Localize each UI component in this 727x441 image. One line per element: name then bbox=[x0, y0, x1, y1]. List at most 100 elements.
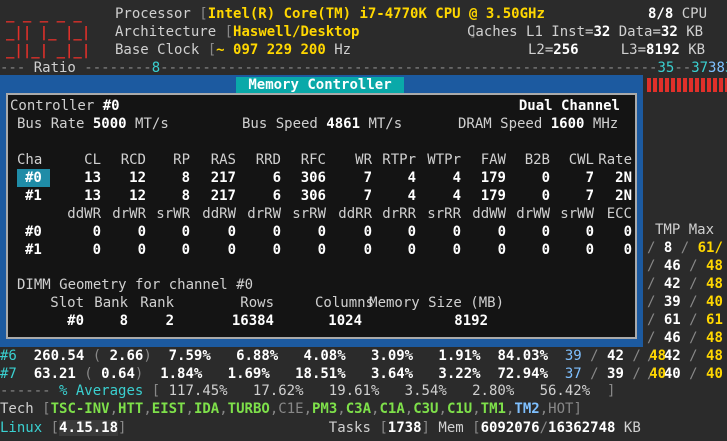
separator: , bbox=[143, 401, 152, 417]
column-header: srRW bbox=[292, 206, 326, 222]
timing-value: 6 bbox=[272, 188, 281, 204]
separator: , bbox=[303, 401, 312, 417]
controller-value: #0 bbox=[102, 98, 120, 114]
cpu-count: 8/8 CPU bbox=[648, 6, 708, 22]
timing-value: 0 bbox=[541, 188, 550, 204]
base-clock-label: Base Clock bbox=[115, 42, 200, 58]
core-c0: 7.59% bbox=[168, 348, 211, 364]
tech-item: C3U bbox=[413, 401, 439, 417]
dram-speed-value: 1600 bbox=[550, 116, 585, 132]
tech-item: EIST bbox=[151, 401, 186, 417]
tech-item: TM2 bbox=[514, 401, 540, 417]
timing-value: 12 bbox=[129, 170, 146, 186]
max-value: 48 bbox=[706, 330, 723, 346]
processor-label: Processor bbox=[115, 6, 191, 22]
tech-item: IDA bbox=[193, 401, 220, 417]
separator: , bbox=[539, 401, 549, 417]
timing-value: 6 bbox=[272, 170, 281, 186]
column-header: ddWR bbox=[67, 206, 101, 222]
dimm-value: 1024 bbox=[328, 313, 362, 329]
temperature-row: / 46 / 48 bbox=[647, 329, 723, 347]
column-header: drWW bbox=[516, 206, 550, 222]
tmp-value: 39 bbox=[663, 294, 681, 310]
timing-value: 4 bbox=[452, 170, 461, 186]
tech-line: Tech [TSC-INV,HTT,EIST,IDA,TURBO,C1E,PM3… bbox=[0, 401, 582, 417]
timing-value: 7 bbox=[585, 188, 594, 204]
spacer: / bbox=[623, 348, 650, 364]
timing-value: 0 bbox=[541, 170, 550, 186]
tech-item: C3A bbox=[345, 401, 372, 417]
timing-value: 0 bbox=[272, 224, 281, 240]
spacer: ( bbox=[84, 348, 110, 364]
memory-controller-window[interactable]: Memory Controller Controller #0 Dual Cha… bbox=[0, 75, 643, 347]
dimm-value: 2 bbox=[165, 313, 174, 329]
timing-value: 0 bbox=[407, 224, 416, 240]
dimm-value: 8192 bbox=[454, 313, 488, 329]
base-clock-value: ~ 097 229 200 bbox=[216, 42, 326, 58]
timing-value: 0 bbox=[227, 242, 236, 258]
window-title[interactable]: Memory Controller bbox=[236, 77, 404, 93]
timing-value: 0 bbox=[541, 242, 550, 258]
ratio-label: Ratio bbox=[33, 60, 76, 76]
timing-value: 12 bbox=[129, 188, 146, 204]
channel-id[interactable]: #0 bbox=[17, 169, 50, 187]
core-c1: 6.88% bbox=[236, 348, 279, 364]
spacer: ) bbox=[143, 348, 169, 364]
timing-value: 179 bbox=[480, 188, 506, 204]
timing-value: 0 bbox=[227, 224, 236, 240]
timing-value: 7 bbox=[363, 188, 372, 204]
core-max: 48 bbox=[649, 348, 667, 364]
timing-value: 8 bbox=[181, 188, 190, 204]
column-header: CWL bbox=[568, 152, 594, 168]
tech-item: C1A bbox=[379, 401, 405, 417]
channel-mode: Dual Channel bbox=[518, 98, 620, 114]
column-header: drRW bbox=[247, 206, 281, 222]
tech-item: PM3 bbox=[312, 401, 338, 417]
separator: / bbox=[680, 312, 707, 328]
timing-value: 0 bbox=[181, 242, 190, 258]
temperature-row: / 39 / 40 bbox=[647, 293, 723, 311]
separator: / bbox=[647, 312, 664, 328]
spacer: ( bbox=[75, 366, 102, 382]
core-idle: 72.94% bbox=[497, 366, 549, 382]
core-c0: 1.84% bbox=[160, 366, 203, 382]
separator: , bbox=[472, 401, 481, 417]
separator: / bbox=[647, 276, 664, 292]
dram-speed-line: DRAM Speed 1600 MHz bbox=[458, 116, 619, 132]
tech-label: Tech bbox=[0, 401, 34, 417]
core-c7: 3.22% bbox=[438, 366, 481, 382]
separator: , bbox=[109, 401, 119, 417]
timing-value: 0 bbox=[497, 242, 506, 258]
averages-line: ------ % Averages [ 117.45% 17.62% 19.61… bbox=[0, 383, 616, 399]
core-frequency: 260.54 bbox=[33, 348, 85, 364]
tasks-label: Tasks bbox=[328, 420, 371, 436]
timing-value: 4 bbox=[407, 188, 416, 204]
column-header: ddWW bbox=[472, 206, 506, 222]
column-header: srWR bbox=[156, 206, 190, 222]
core-frequency: 63.21 bbox=[33, 366, 76, 382]
column-header: WR bbox=[355, 152, 372, 168]
architecture-line: Architecture [Haswell/Desktop ] bbox=[115, 24, 478, 40]
dimm-geometry-title: DIMM Geometry for channel #0 bbox=[17, 277, 254, 293]
timing-value: 0 bbox=[623, 242, 632, 258]
tasks-value: 1738 bbox=[387, 420, 422, 436]
temperature-row: / 42 / 48 bbox=[647, 275, 723, 293]
separator: / bbox=[647, 330, 664, 346]
caches-l1-line: Caches L1 Inst=32 Data=32 KB bbox=[467, 24, 704, 40]
timing-value: 0 bbox=[181, 224, 190, 240]
separator: / bbox=[680, 330, 707, 346]
tech-item: HOT bbox=[548, 401, 574, 417]
timing-value: 2N bbox=[615, 188, 632, 204]
timing-value: 0 bbox=[585, 242, 594, 258]
average-value: 56.42% bbox=[539, 383, 591, 399]
core-row: #6 260.54 ( 2.66) 7.59% 6.88% 4.08% 3.09… bbox=[0, 347, 666, 365]
architecture-value: Haswell/Desktop bbox=[233, 24, 360, 40]
